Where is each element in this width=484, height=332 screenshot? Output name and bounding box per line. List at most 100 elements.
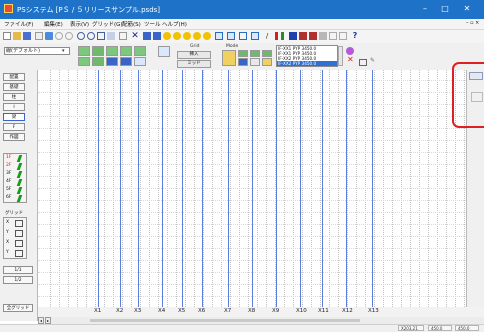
bulb-icon[interactable] [163, 32, 171, 40]
sidebar-btn-scale2[interactable]: 1/2 [3, 276, 33, 284]
floor-check-icon[interactable] [16, 187, 23, 194]
mode-elev-icon[interactable] [250, 50, 260, 57]
scroll-thumb[interactable] [90, 319, 360, 322]
floor-label[interactable]: 5F [6, 187, 11, 192]
report-icon[interactable] [299, 32, 307, 40]
tool-icon[interactable] [319, 32, 327, 40]
column-icon[interactable] [227, 32, 235, 40]
model-view2-icon[interactable] [120, 57, 132, 66]
scroll-left-icon[interactable]: ◂ [38, 317, 44, 324]
model-view-icon[interactable] [120, 46, 132, 56]
grid-axis-line[interactable] [202, 70, 203, 307]
redo-icon[interactable] [65, 32, 73, 40]
copy-icon[interactable] [45, 32, 53, 40]
mode-sect-icon[interactable] [262, 50, 272, 57]
layout-icon[interactable] [289, 32, 297, 40]
select-icon[interactable] [119, 32, 127, 40]
mode-pen-icon[interactable] [262, 58, 272, 66]
menu-view[interactable]: 表示(V) [70, 20, 89, 28]
floor-check-icon[interactable] [16, 163, 23, 170]
floor-label[interactable]: 3F [6, 171, 11, 176]
close-button[interactable]: ✕ [460, 3, 474, 15]
level-list-item-selected[interactable]: IF-XX2 PYP 3450.0 [277, 61, 337, 66]
menu-edit[interactable]: 編集(E) [44, 20, 63, 28]
undo-icon[interactable] [55, 32, 63, 40]
level-list-scrollbar[interactable] [338, 46, 343, 66]
pencil-icon[interactable]: ✎ [370, 57, 375, 64]
mode-edit-icon[interactable] [250, 58, 260, 66]
grid-axis-label[interactable]: X [6, 220, 9, 225]
elevation-view2-icon[interactable] [92, 57, 104, 66]
bulb4-icon[interactable] [193, 32, 201, 40]
grid-toggle-icon[interactable] [15, 230, 23, 237]
bulb5-icon[interactable] [203, 32, 211, 40]
green-marker-icon[interactable] [281, 32, 284, 40]
bulb2-icon[interactable] [173, 32, 181, 40]
mode-plan-icon[interactable] [238, 50, 248, 57]
view-combo[interactable]: 線(デフォルト) [4, 47, 70, 55]
drawing-canvas[interactable] [38, 70, 466, 307]
scroll-right-icon[interactable]: ▸ [45, 317, 51, 324]
grid-axis-label[interactable]: Y [6, 230, 9, 235]
grid-axis-line[interactable] [372, 70, 373, 307]
minimize-button[interactable]: – [418, 3, 432, 15]
print-icon[interactable] [35, 32, 43, 40]
menu-file[interactable]: ファイル(F) [4, 20, 33, 28]
new-file-icon[interactable] [3, 32, 11, 40]
floor-check-icon[interactable] [16, 155, 23, 162]
report2-icon[interactable] [309, 32, 317, 40]
zoom-window-icon[interactable] [97, 32, 105, 40]
frame-icon[interactable] [215, 32, 223, 40]
elevation-view-icon[interactable] [92, 46, 104, 56]
floor-label[interactable]: 4F [6, 179, 11, 184]
help-icon[interactable]: ? [351, 32, 359, 40]
mode-bulb-icon[interactable] [222, 50, 236, 66]
red-x-icon[interactable]: ✕ [347, 56, 354, 64]
sidebar-btn-foundation[interactable]: 基礎 [3, 83, 25, 91]
section-view-icon[interactable] [106, 46, 118, 56]
sidebar-btn-column[interactable]: 柱 [3, 93, 25, 101]
grid-axis-label[interactable]: Y [6, 250, 9, 255]
sidebar-btn-all-grid[interactable]: 全グリッド [3, 304, 33, 312]
floor-check-icon[interactable] [16, 195, 23, 202]
settings-icon[interactable] [329, 32, 337, 40]
grid-table-icon[interactable] [143, 32, 151, 40]
grid-axis-line[interactable] [138, 70, 139, 307]
table-icon[interactable] [359, 59, 367, 66]
red-marker-icon[interactable] [275, 32, 278, 40]
open-folder-icon[interactable] [13, 32, 21, 40]
pen-icon[interactable]: / [263, 32, 271, 40]
sidebar-btn-place[interactable]: 配置 [3, 73, 25, 81]
grid-toggle-icon[interactable] [15, 240, 23, 247]
3d-view2-icon[interactable] [134, 57, 146, 66]
grid-axis-line[interactable] [300, 70, 301, 307]
grid-axis-line[interactable] [252, 70, 253, 307]
sidebar-btn-f[interactable]: F [3, 123, 25, 131]
floor-label[interactable]: 6F [6, 195, 11, 200]
refresh-icon[interactable] [107, 32, 115, 40]
grid-axis-line[interactable] [276, 70, 277, 307]
grid-axis-label[interactable]: X [6, 240, 9, 245]
sidebar-btn-scale1[interactable]: 1/1 [3, 266, 33, 274]
mode-grid-icon[interactable] [238, 58, 248, 66]
menu-tools[interactable]: ツール [144, 20, 161, 28]
sidebar-btn-beam[interactable]: 梁 [3, 113, 25, 121]
slab-icon[interactable] [251, 32, 259, 40]
grid-axis-line[interactable] [98, 70, 99, 307]
grid-axis-line[interactable] [346, 70, 347, 307]
property-icon[interactable] [158, 46, 170, 57]
section-view2-icon[interactable] [106, 57, 118, 66]
grid-toggle-icon[interactable] [15, 220, 23, 227]
zoom-out-icon[interactable] [87, 32, 95, 40]
grid-axis-line[interactable] [162, 70, 163, 307]
plan-view2-icon[interactable] [78, 57, 90, 66]
floor-check-icon[interactable] [16, 179, 23, 186]
grid-table2-icon[interactable] [153, 32, 161, 40]
floor-check-icon[interactable] [16, 171, 23, 178]
save-icon[interactable] [23, 32, 31, 40]
chevron-down-icon[interactable]: ▾ [62, 48, 65, 54]
grid-toggle-icon[interactable] [15, 250, 23, 257]
menu-grid[interactable]: グリッド(G) [92, 20, 123, 28]
floor-label[interactable]: 2F [6, 163, 11, 168]
bulb3-icon[interactable] [183, 32, 191, 40]
